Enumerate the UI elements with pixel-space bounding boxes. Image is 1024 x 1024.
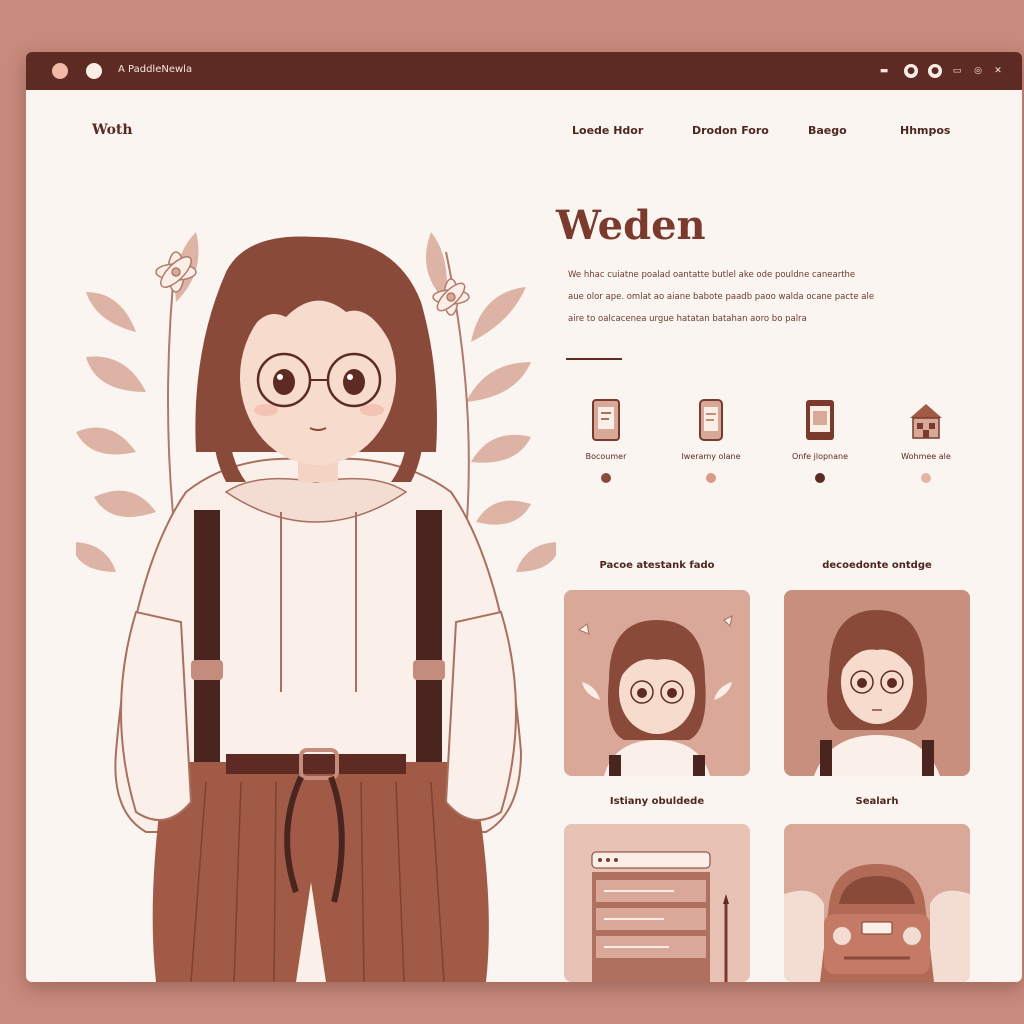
gallery-card-4[interactable] [784, 824, 970, 982]
description-line-3: aire to oalcacenea urgue hatatan batahan… [568, 314, 807, 324]
browser-stack-illustration [564, 824, 750, 982]
sleeve-left [120, 610, 193, 821]
window-title: A PaddleNewla [118, 64, 193, 75]
feature-dot-1 [601, 473, 611, 483]
title-bar: A PaddleNewla ▬ ● ● ▭ ◎ ✕ [26, 52, 1022, 90]
eye-left [273, 369, 295, 395]
eye-right [343, 369, 365, 395]
window-icon[interactable]: ▭ [950, 63, 964, 79]
blush-left [254, 404, 278, 416]
sleeve-right [444, 610, 517, 821]
car-front-illustration [784, 824, 970, 982]
feature-label-4: Wohmee ale [901, 452, 951, 461]
suspender-buckle-right [413, 660, 445, 680]
description-line-1: We hhac cuiatne poalad oantatte butlel a… [568, 270, 856, 280]
gallery-title-2: decoedonte ontdge [822, 560, 932, 571]
nav-item-2[interactable]: Drodon Foro [692, 124, 769, 137]
feature-dot-2 [706, 473, 716, 483]
circle-control-icon-2[interactable]: ● [928, 64, 942, 78]
suspender-buckle-left [191, 660, 223, 680]
gallery-card-2[interactable] [784, 590, 970, 776]
feature-dot-4 [921, 473, 931, 483]
device-icon [806, 400, 834, 440]
close-icon[interactable]: ✕ [992, 63, 1004, 79]
gallery-card-3[interactable] [564, 824, 750, 982]
nav-item-1[interactable]: Loede Hdor [572, 124, 643, 137]
house-icon [910, 404, 942, 439]
site-brand[interactable]: Woth [92, 122, 133, 138]
circle-control-icon[interactable]: ● [904, 64, 918, 78]
feature-1[interactable]: Bocoumer [558, 398, 654, 483]
divider-rule [566, 358, 622, 360]
minimize-icon[interactable]: ▬ [878, 63, 890, 79]
nav-item-3[interactable]: Baego [808, 124, 847, 137]
gallery-card-1[interactable] [564, 590, 750, 776]
feature-dot-3 [815, 473, 825, 483]
feature-label-1: Bocoumer [585, 452, 627, 461]
settings-icon[interactable]: ◎ [972, 63, 984, 79]
hero-title: Weden [556, 202, 706, 249]
girl-with-glasses-portrait [784, 590, 970, 776]
feature-label-2: Iweramy olane [681, 452, 741, 461]
eye-left-highlight [277, 374, 283, 380]
gallery-title-3: Istiany obuldede [609, 796, 705, 807]
nav-item-4[interactable]: Hhmpos [900, 124, 950, 137]
description-line-2: aue olor ape. omlat ao aiane babote paad… [568, 292, 875, 302]
window-dot-white[interactable] [86, 63, 102, 79]
tablet-icon [592, 399, 620, 441]
phone-icon [699, 399, 723, 441]
feature-3[interactable]: Onfe jlopnane [772, 398, 868, 483]
eye-right-highlight [347, 374, 353, 380]
suspender-right [416, 510, 442, 780]
feature-4[interactable]: Wohmee ale [878, 398, 974, 483]
flower-left [155, 251, 197, 293]
hero-girl-illustration [76, 232, 556, 982]
gallery-title-4: Sealarh [855, 796, 899, 807]
girl-with-flowers-portrait [564, 590, 750, 776]
belt [226, 754, 406, 774]
browser-window: A PaddleNewla ▬ ● ● ▭ ◎ ✕ Woth Loede Hdo… [26, 52, 1022, 982]
hero-description: We hhac cuiatne poalad oantatte butlel a… [568, 264, 968, 330]
blush-right [360, 404, 384, 416]
feature-label-3: Onfe jlopnane [791, 452, 849, 461]
suspender-left [194, 510, 220, 780]
gallery-title-1: Pacoe atestank fado [599, 560, 715, 571]
feature-2[interactable]: Iweramy olane [663, 398, 759, 483]
window-dot-pink[interactable] [52, 63, 68, 79]
